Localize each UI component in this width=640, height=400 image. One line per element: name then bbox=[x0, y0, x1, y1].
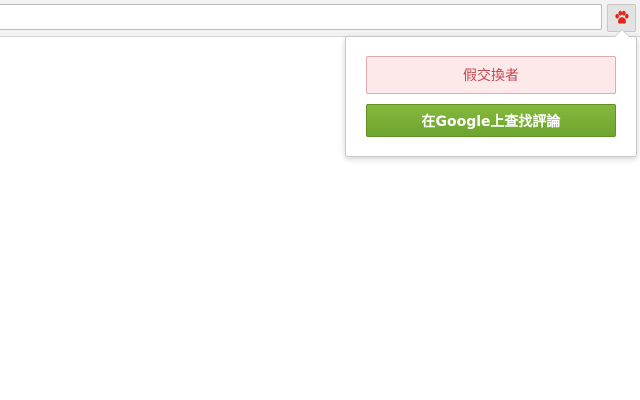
extension-popup: 假交換者 在Google上查找評論 bbox=[345, 36, 637, 157]
paw-icon bbox=[614, 10, 629, 24]
extension-button[interactable] bbox=[607, 4, 636, 32]
google-review-search-button[interactable]: 在Google上查找評論 bbox=[366, 104, 616, 137]
verdict-badge: 假交換者 bbox=[366, 56, 616, 94]
popup-arrow-inner bbox=[615, 30, 629, 37]
address-bar[interactable] bbox=[0, 4, 602, 30]
browser-toolbar bbox=[0, 0, 640, 37]
